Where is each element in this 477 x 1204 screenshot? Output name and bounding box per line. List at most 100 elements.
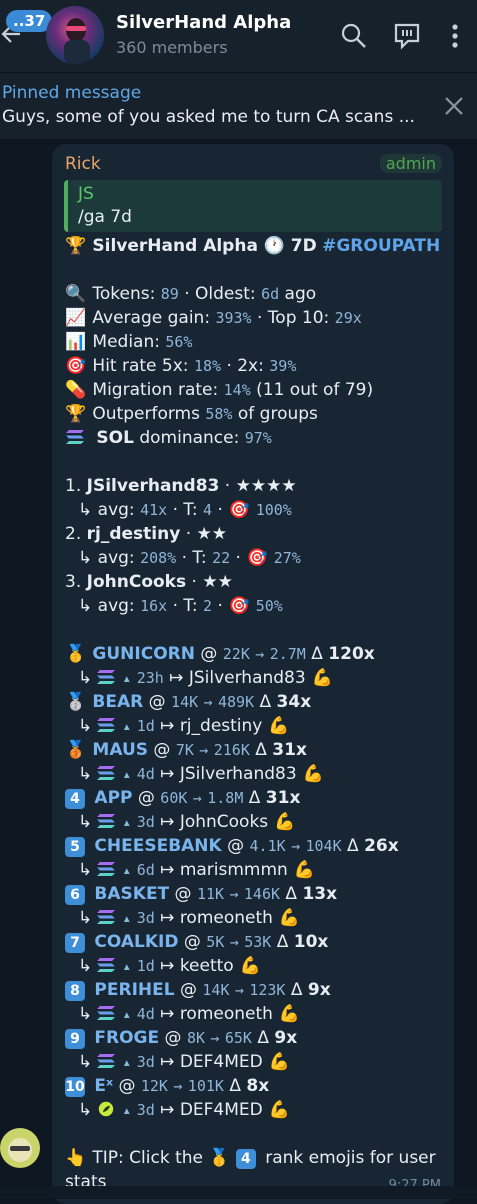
rank-number-icon[interactable]: 7 — [65, 933, 85, 953]
leader-stats: ↳ avg: 16x · T: 2 · 🎯 50% — [78, 596, 283, 616]
token-row: 8 PERIHEL @ 14K → 123K Δ 9x — [65, 979, 358, 1001]
magnifier-icon: 🔍 — [65, 284, 87, 304]
token-row: 4 APP @ 60K → 1.8M Δ 31x — [65, 787, 328, 809]
chat-title[interactable]: SilverHand Alpha — [116, 12, 291, 33]
solana-icon — [97, 862, 116, 876]
member-count: 360 members — [116, 38, 228, 57]
token-link[interactable]: MAUS — [92, 740, 148, 760]
token-link[interactable]: GUNICORN — [92, 644, 195, 664]
tip-line: 👆 TIP: Click the 🥇 4 rank emojis for use… — [65, 1148, 436, 1169]
rank-number-icon[interactable]: 6 — [65, 885, 85, 905]
clock-icon: 🕐 — [263, 236, 285, 256]
token-detail: ↳ ▴ 1d ↦ keetto 💪 — [78, 956, 261, 976]
pinned-text: Guys, some of you asked me to turn CA sc… — [2, 107, 415, 127]
token-link[interactable]: BEAR — [92, 692, 143, 712]
pointing-hand-icon: 👆 — [65, 1148, 87, 1168]
solana-icon — [66, 430, 84, 444]
bar-chart-icon: 📊 — [65, 332, 87, 352]
caller-name[interactable]: romeoneth — [180, 1004, 273, 1024]
gold-medal-icon: 🥇 — [208, 1148, 230, 1168]
token-link[interactable]: CHEESEBANK — [94, 836, 221, 856]
rank-number-icon[interactable]: 10 — [65, 1077, 85, 1097]
avatar-image-icon — [64, 18, 90, 64]
token-row: 6 BASKET @ 11K → 146K Δ 13x — [65, 883, 365, 905]
token-link[interactable]: BASKET — [94, 884, 169, 904]
stat-sol-dominance: SOL dominance: 97% — [65, 427, 272, 449]
caller-name[interactable]: keetto — [180, 956, 234, 976]
sender-name[interactable]: Rick — [65, 154, 101, 174]
leader-name[interactable]: rj_destiny — [87, 524, 181, 544]
quote-author: JS — [78, 184, 94, 204]
caller-name[interactable]: rj_destiny — [180, 716, 263, 736]
token-detail: ↳ ▴ 3d ↦ DEF4MED 💪 — [78, 1100, 290, 1120]
rank-number-icon[interactable]: 8 — [65, 981, 85, 1001]
solana-icon — [97, 910, 116, 924]
more-menu-icon[interactable] — [441, 22, 469, 50]
solana-icon — [97, 814, 116, 828]
pill-icon: 💊 — [65, 380, 87, 400]
leader-stats: ↳ avg: 41x · T: 4 · 🎯 100% — [78, 500, 292, 520]
token-link[interactable]: FROGE — [94, 1028, 159, 1048]
stat-hit-rate: 🎯 Hit rate 5x: 18% · 2x: 39% — [65, 356, 297, 376]
message-bubble[interactable]: Rick admin JS /ga 7d 🏆 SilverHand Alpha … — [52, 144, 454, 1204]
rank-number-icon[interactable]: 5 — [65, 837, 85, 857]
solana-icon — [97, 958, 116, 972]
caller-name[interactable]: JSilverhand83 — [189, 668, 306, 688]
unread-count-badge[interactable]: ..37 — [6, 10, 53, 32]
close-icon[interactable] — [443, 95, 465, 117]
trophy-icon: 🏆 — [65, 236, 87, 256]
caller-name[interactable]: romeoneth — [180, 908, 273, 928]
token-detail: ↳ ▴ 23h ↦ JSilverhand83 💪 — [78, 668, 333, 688]
flexed-bicep-icon: 💪 — [278, 1004, 300, 1024]
caller-name[interactable]: marismmmn — [180, 860, 288, 880]
token-row: 10 Eˣ @ 12K → 101K Δ 8x — [65, 1076, 270, 1097]
flexed-bicep-icon: 💪 — [268, 1052, 290, 1072]
token-row: 🥇 GUNICORN @ 22K → 2.7M Δ 120x — [65, 643, 375, 665]
token-link[interactable]: COALKID — [94, 932, 178, 952]
flexed-bicep-icon: 💪 — [268, 716, 290, 736]
caller-name[interactable]: DEF4MED — [180, 1052, 263, 1072]
token-row: 🥈 BEAR @ 14K → 489K Δ 34x — [65, 691, 312, 713]
target-icon: 🎯 — [228, 596, 250, 616]
rank-number-icon[interactable]: 4 — [65, 789, 85, 809]
stat-tokens: 🔍 Tokens: 89 · Oldest: 6d ago — [65, 284, 317, 304]
token-row: 7 COALKID @ 5K → 53K Δ 10x — [65, 931, 356, 953]
caller-name[interactable]: DEF4MED — [180, 1100, 263, 1120]
flexed-bicep-icon: 💪 — [268, 1100, 290, 1120]
medal-icon[interactable]: 🥉 — [65, 739, 87, 761]
token-link[interactable]: Eˣ — [94, 1076, 113, 1096]
token-link[interactable]: PERIHEL — [94, 980, 174, 1000]
leader-row: 3. JohnCooks · ★★ — [65, 572, 233, 592]
hashtag-link[interactable]: #GROUPATH — [322, 236, 440, 256]
medal-icon[interactable]: 🥈 — [65, 691, 87, 713]
caller-name[interactable]: JSilverhand83 — [180, 764, 297, 784]
solana-icon — [97, 1006, 116, 1020]
search-icon[interactable] — [340, 22, 368, 50]
solana-icon — [97, 766, 116, 780]
bottom-bar — [0, 1186, 477, 1199]
quote-text: /ga 7d — [78, 207, 132, 227]
pinned-label: Pinned message — [2, 83, 142, 103]
headline: 🏆 SilverHand Alpha 🕐 7D #GROUPATH — [65, 236, 441, 256]
leader-name[interactable]: JohnCooks — [87, 572, 186, 592]
reply-quote[interactable]: JS /ga 7d — [64, 180, 442, 232]
star-rating: ★★★★ — [235, 476, 297, 496]
leader-row: 2. rj_destiny · ★★ — [65, 524, 228, 544]
token-detail: ↳ ▴ 4d ↦ romeoneth 💪 — [78, 1004, 300, 1024]
flexed-bicep-icon: 💪 — [302, 764, 324, 784]
avatar-image-icon — [8, 1138, 32, 1162]
caller-name[interactable]: JohnCooks — [180, 812, 268, 832]
solana-icon — [97, 718, 116, 732]
token-detail: ↳ ▴ 4d ↦ JSilverhand83 💪 — [78, 764, 324, 784]
discussion-icon[interactable] — [393, 22, 421, 50]
token-link[interactable]: APP — [94, 788, 132, 808]
medal-icon[interactable]: 🥇 — [65, 643, 87, 665]
group-avatar[interactable] — [46, 6, 104, 64]
sender-avatar[interactable] — [0, 1128, 40, 1168]
star-rating: ★★ — [202, 572, 233, 592]
rank-number-icon[interactable]: 9 — [65, 1029, 85, 1049]
leader-name[interactable]: JSilverhand83 — [87, 476, 220, 496]
stat-median: 📊 Median: 56% — [65, 332, 193, 352]
token-detail: ↳ ▴ 3d ↦ JohnCooks 💪 — [78, 812, 296, 832]
pinned-message-bar[interactable]: Pinned message Guys, some of you asked m… — [0, 72, 477, 139]
